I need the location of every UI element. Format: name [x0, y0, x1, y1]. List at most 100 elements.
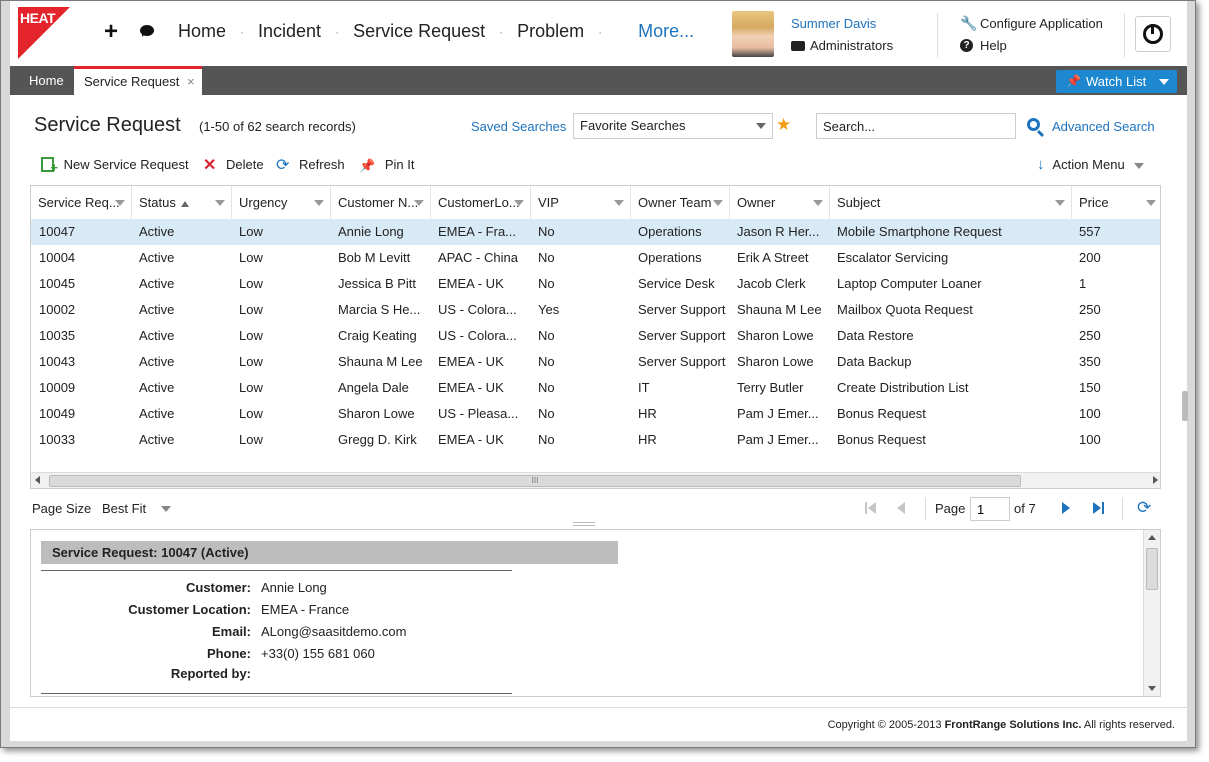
- column-header-price[interactable]: Price: [1071, 186, 1160, 220]
- table-row[interactable]: 10035 Active Low Craig Keating US - Colora..…: [31, 323, 1160, 349]
- horizontal-scrollbar[interactable]: III: [31, 472, 1160, 488]
- cell-subject: Mobile Smartphone Request: [837, 224, 1002, 239]
- cell-urgency: Low: [239, 224, 263, 239]
- cell-owner-team: HR: [638, 432, 657, 447]
- refresh-label: Refresh: [299, 157, 345, 172]
- table-row[interactable]: 10002 Active Low Marcia S He... US - Colora.…: [31, 297, 1160, 323]
- column-header-owner-team[interactable]: Owner Team: [630, 186, 729, 220]
- cell-service-req: 10045: [39, 276, 76, 291]
- saved-searches-link[interactable]: Saved Searches: [471, 119, 566, 134]
- cell-customer-name: Shauna M Lee: [338, 354, 423, 369]
- search-icon[interactable]: [1027, 118, 1040, 131]
- tab-service-request[interactable]: Service Request ×: [74, 66, 202, 95]
- first-page-icon[interactable]: [865, 502, 877, 514]
- nav-more[interactable]: More...: [638, 21, 694, 42]
- nav-home[interactable]: Home: [178, 21, 226, 42]
- column-header-customer-location[interactable]: CustomerLo...: [430, 186, 530, 220]
- cell-service-req: 10033: [39, 432, 76, 447]
- cell-owner-team: Service Desk: [638, 276, 715, 291]
- table-row[interactable]: 10047 Active Low Annie Long EMEA - Fra... No O…: [31, 219, 1160, 245]
- table-row[interactable]: 10033 Active Low Gregg D. Kirk EMEA - UK No HR…: [31, 427, 1160, 453]
- table-row[interactable]: 10009 Active Low Angela Dale EMEA - UK No IT Te…: [31, 375, 1160, 401]
- field-value-phone: +33(0) 155 681 060: [261, 646, 375, 661]
- refresh-icon[interactable]: ⟳: [1137, 498, 1151, 518]
- column-header-customer-name[interactable]: Customer N...: [330, 186, 430, 220]
- plus-icon[interactable]: +: [104, 18, 118, 46]
- scroll-up-icon[interactable]: [1148, 535, 1156, 540]
- next-page-icon[interactable]: [1062, 502, 1070, 514]
- scroll-left-icon[interactable]: [35, 476, 40, 484]
- close-icon[interactable]: ×: [187, 74, 195, 89]
- table-row[interactable]: 10004 Active Low Bob M Levitt APAC - China No…: [31, 245, 1160, 271]
- cell-urgency: Low: [239, 250, 263, 265]
- favorite-searches-select[interactable]: Favorite Searches: [573, 113, 773, 139]
- chevron-down-icon[interactable]: [161, 506, 171, 512]
- column-header-subject[interactable]: Subject: [829, 186, 1071, 220]
- user-role[interactable]: Administrators: [810, 38, 893, 53]
- nav-service-request[interactable]: Service Request: [353, 21, 485, 42]
- cell-urgency: Low: [239, 328, 263, 343]
- nav-problem[interactable]: Problem: [517, 21, 584, 42]
- pane-splitter[interactable]: [573, 522, 595, 526]
- pin-label: Pin It: [384, 157, 415, 172]
- column-header-service-req[interactable]: Service Req...: [31, 186, 131, 220]
- cell-customer-location: EMEA - UK: [438, 432, 504, 447]
- filter-icon[interactable]: [813, 200, 823, 206]
- cell-customer-name: Bob M Levitt: [338, 250, 411, 265]
- page-number-input[interactable]: [970, 497, 1010, 521]
- star-icon[interactable]: ★: [776, 115, 791, 135]
- column-header-urgency[interactable]: Urgency: [231, 186, 330, 220]
- scroll-right-icon[interactable]: [1153, 476, 1158, 484]
- filter-icon[interactable]: [215, 200, 225, 206]
- cell-service-req: 10035: [39, 328, 76, 343]
- column-header-status[interactable]: Status: [131, 186, 231, 220]
- delete-button[interactable]: ✕ Delete: [203, 156, 264, 174]
- help-link[interactable]: Help: [980, 38, 1007, 53]
- table-row[interactable]: 10049 Active Low Sharon Lowe US - Pleasa... N…: [31, 401, 1160, 427]
- filter-icon[interactable]: [115, 200, 125, 206]
- refresh-button[interactable]: ⟳ Refresh: [276, 156, 345, 174]
- table-row[interactable]: 10045 Active Low Jessica B Pitt EMEA - UK No S…: [31, 271, 1160, 297]
- pin-it-button[interactable]: 📌 Pin It: [359, 156, 414, 174]
- last-page-icon[interactable]: [1093, 502, 1105, 514]
- filter-icon[interactable]: [314, 200, 324, 206]
- configure-application-link[interactable]: Configure Application: [980, 16, 1103, 31]
- delete-label: Delete: [226, 157, 264, 172]
- nav-separator: ·: [598, 24, 603, 39]
- cell-subject: Data Restore: [837, 328, 914, 343]
- advanced-search-link[interactable]: Advanced Search: [1052, 119, 1155, 134]
- cell-service-req: 10009: [39, 380, 76, 395]
- filter-icon[interactable]: [614, 200, 624, 206]
- filter-icon[interactable]: [514, 200, 524, 206]
- column-header-vip[interactable]: VIP: [530, 186, 630, 220]
- tab-home[interactable]: Home: [18, 66, 75, 95]
- cell-service-req: 10002: [39, 302, 76, 317]
- user-name-link[interactable]: Summer Davis: [791, 16, 876, 31]
- logout-button[interactable]: [1135, 16, 1171, 52]
- scrollbar-thumb[interactable]: III: [49, 475, 1021, 487]
- action-menu-button[interactable]: ↓ Action Menu: [1037, 156, 1145, 174]
- field-label-reported-by: Reported by:: [170, 666, 251, 681]
- vertical-scrollbar[interactable]: [1143, 530, 1160, 696]
- search-input[interactable]: [816, 113, 1016, 139]
- filter-icon[interactable]: [1055, 200, 1065, 206]
- filter-icon[interactable]: [713, 200, 723, 206]
- table-row[interactable]: 10043 Active Low Shauna M Lee EMEA - UK No Ser…: [31, 349, 1160, 375]
- page-size-label: Page Size: [32, 501, 92, 516]
- filter-icon[interactable]: [1146, 200, 1156, 206]
- side-panel-handle[interactable]: [1182, 391, 1188, 421]
- tab-bar: Home Service Request × 📌 Watch List: [10, 66, 1187, 95]
- watch-list-label: Watch List: [1086, 74, 1147, 89]
- chat-icon[interactable]: [140, 25, 154, 37]
- avatar[interactable]: [732, 11, 774, 57]
- column-header-owner[interactable]: Owner: [729, 186, 829, 220]
- watch-list-button[interactable]: 📌 Watch List: [1056, 70, 1177, 93]
- scroll-down-icon[interactable]: [1148, 686, 1156, 691]
- scrollbar-thumb[interactable]: [1146, 548, 1158, 590]
- filter-icon[interactable]: [414, 200, 424, 206]
- previous-page-icon[interactable]: [897, 502, 905, 514]
- chevron-down-icon: [756, 123, 766, 129]
- new-service-request-button[interactable]: New Service Request: [41, 156, 189, 177]
- page-size-select[interactable]: Best Fit: [102, 501, 146, 516]
- nav-incident[interactable]: Incident: [258, 21, 321, 42]
